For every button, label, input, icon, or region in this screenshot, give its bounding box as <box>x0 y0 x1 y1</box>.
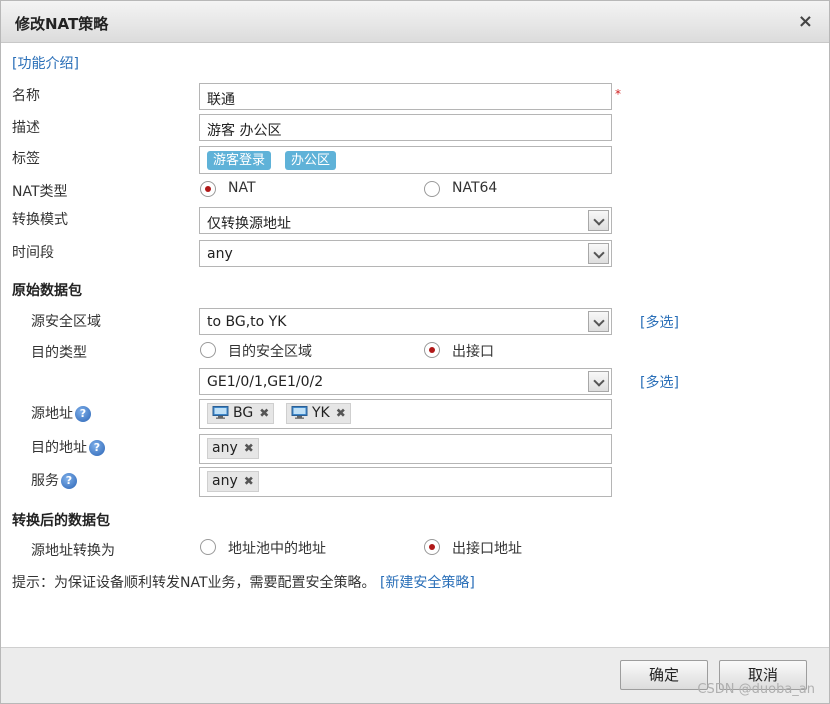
mode-label: 转换模式 <box>12 212 68 228</box>
source-zone-label: 源安全区域 <box>31 314 101 330</box>
tags-label: 标签 <box>12 151 40 167</box>
radio-dest-zone-label: 目的安全区域 <box>228 344 312 360</box>
ok-button[interactable]: 确定 <box>620 660 708 690</box>
new-security-policy-link[interactable]: [新建安全策略] <box>380 575 475 591</box>
radio-nat-label: NAT <box>228 180 256 196</box>
tag-chip[interactable]: 游客登录 <box>207 151 272 170</box>
radio-nat64[interactable] <box>424 181 440 197</box>
name-value: 联通 <box>207 92 235 108</box>
chevron-down-icon[interactable] <box>588 210 609 231</box>
source-zone-value: to BG,to YK <box>207 314 287 330</box>
egress-select[interactable]: GE1/0/1,GE1/0/2 <box>199 368 612 395</box>
source-address-input[interactable]: BG ✖ YK ✖ <box>199 399 612 429</box>
help-icon[interactable]: ? <box>75 406 91 422</box>
egress-value: GE1/0/1,GE1/0/2 <box>207 374 324 390</box>
remove-icon[interactable]: ✖ <box>259 406 269 420</box>
hint-text: 提示：为保证设备顺利转发NAT业务，需要配置安全策略。 <box>12 575 376 591</box>
remove-icon[interactable]: ✖ <box>244 474 254 488</box>
dialog-titlebar: 修改NAT策略 × <box>1 1 829 43</box>
time-range-value: any <box>207 246 233 262</box>
hint-row: 提示：为保证设备顺利转发NAT业务，需要配置安全策略。 [新建安全策略] <box>12 572 475 592</box>
radio-address-pool-label: 地址池中的地址 <box>228 541 326 557</box>
nat-policy-dialog: 修改NAT策略 × [功能介绍] 名称 联通 * 描述 游客 办公区 标签 游客… <box>0 0 830 704</box>
radio-egress-label: 出接口 <box>452 344 494 360</box>
mode-value: 仅转换源地址 <box>207 216 291 232</box>
name-input[interactable]: 联通 <box>199 83 612 110</box>
chevron-down-icon[interactable] <box>588 243 609 264</box>
chip-text: YK <box>312 405 330 421</box>
source-zone-select[interactable]: to BG,to YK <box>199 308 612 335</box>
computer-icon <box>291 406 308 419</box>
radio-egress[interactable] <box>424 342 440 358</box>
radio-egress-address[interactable] <box>424 539 440 555</box>
time-range-label: 时间段 <box>12 245 54 261</box>
radio-nat64-label: NAT64 <box>452 180 498 196</box>
service-label-text: 服务 <box>31 473 59 489</box>
required-mark: * <box>615 87 621 101</box>
dest-address-label-text: 目的地址 <box>31 440 87 456</box>
intro-link[interactable]: [功能介绍] <box>12 53 79 73</box>
service-input[interactable]: any ✖ <box>199 467 612 497</box>
radio-address-pool[interactable] <box>200 539 216 555</box>
mode-select[interactable]: 仅转换源地址 <box>199 207 612 234</box>
watermark: CSDN @duoba_an <box>697 682 815 697</box>
dest-address-label: 目的地址? <box>31 437 105 457</box>
name-label: 名称 <box>12 88 40 104</box>
chevron-down-icon[interactable] <box>588 311 609 332</box>
source-zone-multi-link[interactable]: [多选] <box>640 312 679 332</box>
translated-packet-heading: 转换后的数据包 <box>12 513 110 529</box>
description-label: 描述 <box>12 120 40 136</box>
help-icon[interactable]: ? <box>61 473 77 489</box>
radio-nat[interactable] <box>200 181 216 197</box>
source-address-label-text: 源地址 <box>31 406 73 422</box>
source-address-label: 源地址? <box>31 403 91 423</box>
service-chip: any ✖ <box>207 471 259 492</box>
service-label: 服务? <box>31 470 77 490</box>
source-translate-label: 源地址转换为 <box>31 543 115 559</box>
chip-text: any <box>212 440 238 456</box>
nat-type-label: NAT类型 <box>12 184 68 200</box>
address-chip: YK ✖ <box>286 403 351 424</box>
description-value: 游客 办公区 <box>207 123 282 139</box>
chevron-down-icon[interactable] <box>588 371 609 392</box>
remove-icon[interactable]: ✖ <box>336 406 346 420</box>
address-chip: BG ✖ <box>207 403 275 424</box>
help-icon[interactable]: ? <box>89 440 105 456</box>
radio-egress-address-label: 出接口地址 <box>452 541 522 557</box>
time-range-select[interactable]: any <box>199 240 612 267</box>
chip-text: any <box>212 473 238 489</box>
remove-icon[interactable]: ✖ <box>244 441 254 455</box>
radio-dest-zone[interactable] <box>200 342 216 358</box>
address-chip: any ✖ <box>207 438 259 459</box>
egress-multi-link[interactable]: [多选] <box>640 372 679 392</box>
dest-type-label: 目的类型 <box>31 345 87 361</box>
close-icon[interactable]: × <box>798 11 813 32</box>
tags-input[interactable]: 游客登录 办公区 <box>199 146 612 174</box>
tag-chip[interactable]: 办公区 <box>285 151 337 170</box>
original-packet-heading: 原始数据包 <box>12 283 82 299</box>
computer-icon <box>212 406 229 419</box>
chip-text: BG <box>233 405 254 421</box>
dialog-title: 修改NAT策略 <box>15 15 109 33</box>
dest-address-input[interactable]: any ✖ <box>199 434 612 464</box>
description-input[interactable]: 游客 办公区 <box>199 114 612 141</box>
